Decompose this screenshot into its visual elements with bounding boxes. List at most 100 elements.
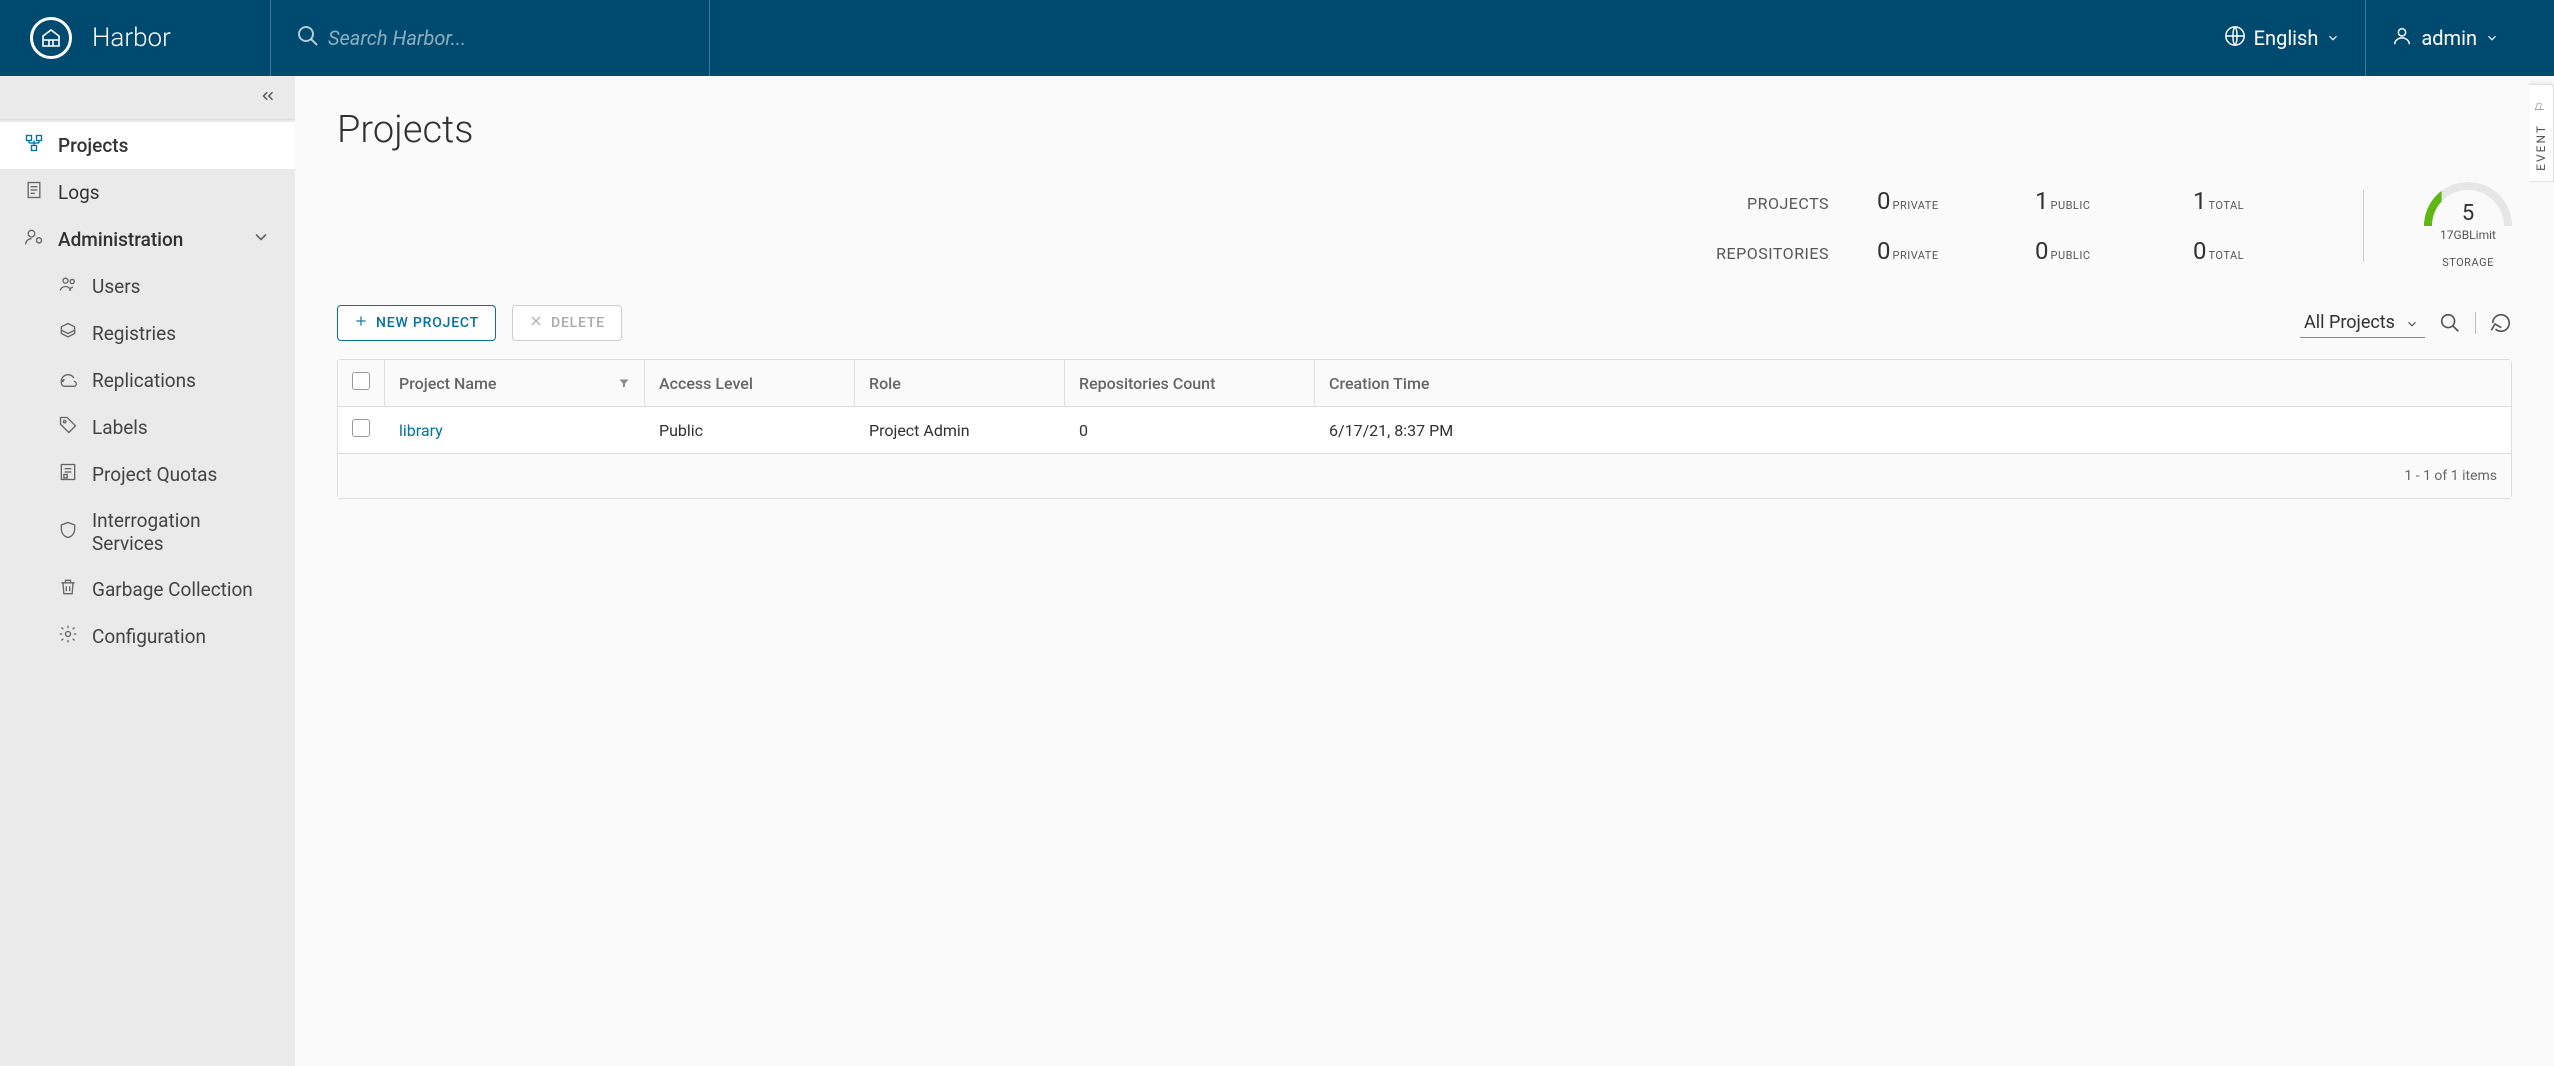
sidebar-item-label: Logs — [58, 181, 100, 204]
language-switcher[interactable]: English — [2199, 0, 2366, 76]
project-filter-select[interactable]: All Projects — [2300, 308, 2425, 338]
registries-icon — [58, 321, 78, 346]
sidebar-item-logs[interactable]: Logs — [0, 169, 295, 216]
replications-icon — [58, 368, 78, 393]
search-input[interactable] — [320, 26, 684, 50]
sidebar-item-label: Garbage Collection — [92, 578, 253, 601]
stat-proj-private: 0PRIVATE — [1877, 187, 1987, 215]
chevron-down-icon — [2485, 26, 2499, 50]
users-icon — [58, 274, 78, 299]
user-icon — [2391, 25, 2413, 52]
shield-icon — [58, 520, 78, 545]
sidebar-item-label: Administration — [58, 228, 183, 251]
table-pagination: 1 - 1 of 1 items — [338, 453, 2511, 498]
stat-repo-public: 0PUBLIC — [2035, 237, 2145, 265]
sidebar-item-label: Replications — [92, 369, 196, 392]
actions-row: NEW PROJECT DELETE All Projects — [337, 305, 2512, 341]
sidebar-item-label: Projects — [58, 134, 128, 157]
harbor-logo-icon — [30, 17, 72, 59]
storage-caption: STORAGE — [2424, 256, 2512, 269]
table-row: library Public Project Admin 0 6/17/21, … — [338, 407, 2511, 453]
stat-repos-label: REPOSITORIES — [1716, 244, 1829, 263]
chevron-double-left-icon — [259, 87, 277, 109]
event-label: EVENT — [2534, 124, 2548, 171]
cell-access: Public — [645, 407, 855, 453]
row-checkbox[interactable] — [352, 419, 370, 437]
col-created: Creation Time — [1315, 360, 2511, 407]
language-label: English — [2254, 26, 2319, 50]
stat-proj-total: 1TOTAL — [2193, 187, 2303, 215]
sidebar-collapse[interactable] — [0, 76, 295, 120]
admin-icon — [24, 227, 44, 252]
plus-icon — [354, 314, 368, 332]
quotas-icon — [58, 462, 78, 487]
table-search-button[interactable] — [2439, 312, 2461, 334]
chevron-down-icon — [251, 227, 271, 252]
divider — [2475, 312, 2476, 334]
new-project-button[interactable]: NEW PROJECT — [337, 305, 496, 341]
page-title: Projects — [337, 108, 2512, 152]
project-link[interactable]: library — [399, 421, 443, 440]
brand: Harbor — [30, 17, 270, 59]
storage-value: 5 — [2424, 201, 2512, 226]
stats-row: PROJECTS 0PRIVATE 1PUBLIC 1TOTAL REPOSIT… — [337, 182, 2512, 269]
brand-title: Harbor — [92, 23, 171, 53]
header-right: English admin — [2199, 0, 2524, 76]
projects-table: Project Name Access Level Role Repositor… — [337, 359, 2512, 499]
sidebar-item-label: Registries — [92, 322, 176, 345]
col-access: Access Level — [645, 360, 855, 407]
cell-created: 6/17/21, 8:37 PM — [1315, 407, 2511, 453]
event-tab[interactable]: EVENT ⚐ — [2529, 84, 2554, 182]
sidebar-item-label: Interrogation Services — [92, 509, 271, 555]
labels-icon — [58, 415, 78, 440]
cell-repos: 0 — [1065, 407, 1315, 453]
col-role: Role — [855, 360, 1065, 407]
stat-proj-public: 1PUBLIC — [2035, 187, 2145, 215]
sidebar-item-projects[interactable]: Projects — [0, 122, 295, 169]
flag-icon: ⚐ — [2533, 100, 2549, 114]
storage-gauge: 5 17GBLimit STORAGE — [2424, 182, 2512, 269]
col-repos: Repositories Count — [1065, 360, 1315, 407]
user-menu[interactable]: admin — [2365, 0, 2524, 76]
sidebar-item-label: Configuration — [92, 625, 206, 648]
delete-button[interactable]: DELETE — [512, 305, 622, 341]
sidebar-item-interrogation[interactable]: Interrogation Services — [0, 498, 295, 566]
search-icon — [296, 24, 320, 52]
app-header: Harbor English admin — [0, 0, 2554, 76]
sidebar-item-label: Labels — [92, 416, 148, 439]
table-header-row: Project Name Access Level Role Repositor… — [338, 360, 2511, 407]
refresh-button[interactable] — [2490, 312, 2512, 334]
sidebar-item-quotas[interactable]: Project Quotas — [0, 451, 295, 498]
chevron-down-icon — [2326, 26, 2340, 50]
user-label: admin — [2421, 26, 2477, 50]
sidebar-item-labels[interactable]: Labels — [0, 404, 295, 451]
close-icon — [529, 314, 543, 332]
main-content: EVENT ⚐ Projects PROJECTS 0PRIVATE 1PUBL… — [295, 76, 2554, 1066]
gear-icon — [58, 624, 78, 649]
sidebar: Projects Logs Administration Users Regis… — [0, 76, 295, 1066]
sidebar-item-users[interactable]: Users — [0, 263, 295, 310]
sidebar-item-registries[interactable]: Registries — [0, 310, 295, 357]
search-area — [270, 0, 710, 76]
select-all-checkbox[interactable] — [352, 372, 370, 390]
sidebar-item-label: Project Quotas — [92, 463, 217, 486]
stat-repo-total: 0TOTAL — [2193, 237, 2303, 265]
sidebar-item-administration[interactable]: Administration — [0, 216, 295, 263]
divider — [2363, 190, 2364, 262]
stats-table: PROJECTS 0PRIVATE 1PUBLIC 1TOTAL REPOSIT… — [1716, 187, 2303, 265]
trash-icon — [58, 577, 78, 602]
cell-role: Project Admin — [855, 407, 1065, 453]
storage-limit: 17GBLimit — [2424, 228, 2512, 242]
stat-projects-label: PROJECTS — [1716, 194, 1829, 213]
projects-icon — [24, 133, 44, 158]
button-label: NEW PROJECT — [376, 315, 479, 331]
globe-icon — [2224, 25, 2246, 52]
logs-icon — [24, 180, 44, 205]
sidebar-item-garbage[interactable]: Garbage Collection — [0, 566, 295, 613]
sidebar-item-replications[interactable]: Replications — [0, 357, 295, 404]
filter-icon[interactable] — [618, 374, 630, 393]
sidebar-item-configuration[interactable]: Configuration — [0, 613, 295, 660]
sidebar-item-label: Users — [92, 275, 140, 298]
stat-repo-private: 0PRIVATE — [1877, 237, 1987, 265]
button-label: DELETE — [551, 315, 605, 331]
